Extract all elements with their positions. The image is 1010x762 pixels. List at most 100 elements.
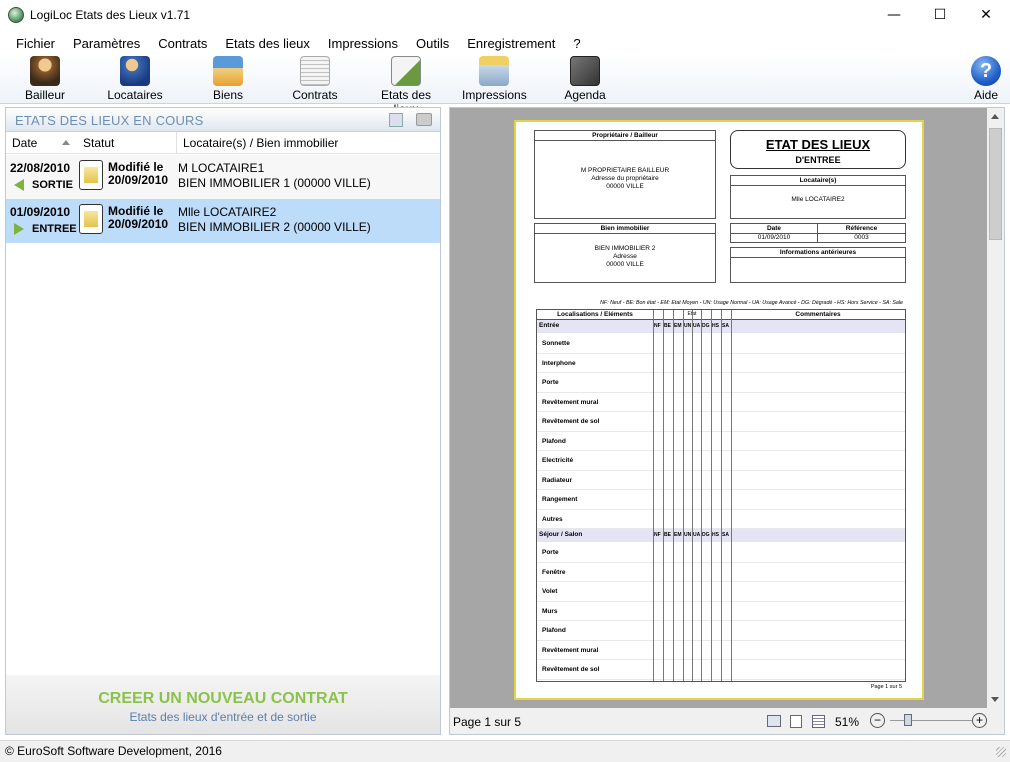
minimize-button[interactable]: — [871, 0, 917, 30]
toolbar-bailleur-button[interactable]: Bailleur [20, 56, 70, 104]
document-page: Propriétaire / Bailleur M PROPRIETAIRE B… [514, 120, 924, 700]
scroll-up-icon[interactable] [991, 114, 999, 119]
toolbar-agenda-button[interactable]: Agenda [563, 56, 607, 104]
preview-viewport[interactable]: Propriétaire / Bailleur M PROPRIETAIRE B… [450, 108, 987, 708]
doc-date-box: Date 01/09/2010 [730, 223, 818, 243]
checklist-icon [391, 56, 421, 86]
zoom-slider-thumb[interactable] [904, 714, 913, 726]
doc-bien-address: Adresse [613, 253, 637, 260]
menu-parametres[interactable]: Paramètres [64, 36, 149, 51]
app-logo-icon [8, 7, 24, 23]
menu-etats-des-lieux[interactable]: Etats des lieux [216, 36, 319, 51]
doc-item-label: Revêtement de sol [542, 666, 600, 673]
toolbar-locataires-button[interactable]: Locataires [103, 56, 167, 104]
menu-contrats[interactable]: Contrats [149, 36, 216, 51]
column-date[interactable]: Date [12, 136, 37, 150]
toolbar-aide-button[interactable]: ? Aide [968, 56, 1004, 104]
toolbar-impressions-label: Impressions [462, 88, 527, 102]
maximize-button[interactable]: ☐ [917, 0, 963, 30]
doc-legend: NF: Neuf - BE: Bon état - EM: Etat Moyen… [600, 300, 903, 306]
doc-proprietaire-header: Propriétaire / Bailleur [535, 131, 715, 141]
doc-bien-city: 00000 VILLE [606, 261, 644, 268]
scroll-down-icon[interactable] [991, 697, 999, 702]
fit-page-icon[interactable] [767, 715, 781, 727]
row-tenant: M LOCATAIRE1 [178, 161, 265, 175]
toolbar-contrats-label: Contrats [292, 88, 338, 102]
copyright-text: © EuroSoft Software Development, 2016 [5, 744, 222, 758]
row-tenant: Mlle LOCATAIRE2 [178, 205, 277, 219]
multi-page-icon[interactable] [812, 715, 825, 728]
menu-help[interactable]: ? [564, 36, 589, 51]
notepad-icon [79, 160, 103, 190]
doc-state-col: DG [702, 323, 710, 329]
row-property: BIEN IMMOBILIER 1 (00000 VILLE) [178, 176, 371, 190]
resize-grip-icon[interactable] [996, 747, 1006, 757]
doc-state-col: EM [674, 532, 682, 538]
toolbar-contrats-button[interactable]: Contrats [290, 56, 340, 104]
doc-locataire-box: Locataire(s) Mlle LOCATAIRE2 [730, 175, 906, 219]
doc-item-label: Autres [542, 515, 563, 523]
doc-column-line [731, 310, 732, 681]
column-locataire[interactable]: Locataire(s) / Bien immobilier [183, 136, 338, 150]
export-icon[interactable] [389, 113, 403, 127]
house-icon [213, 56, 243, 86]
row-property: BIEN IMMOBILIER 2 (00000 VILLE) [178, 220, 371, 234]
row-status-date: 20/09/2010 [108, 217, 169, 231]
vertical-scrollbar[interactable] [987, 108, 1004, 708]
print-icon[interactable] [416, 113, 432, 126]
landlord-icon [30, 56, 60, 86]
close-button[interactable]: ✕ [963, 0, 1009, 30]
column-statut[interactable]: Statut [83, 136, 114, 150]
doc-reference-header: Référence [818, 224, 905, 234]
doc-bien-name: BIEN IMMOBILIER 2 [594, 245, 656, 252]
list-row-sortie[interactable]: 22/08/2010 SORTIE Modifié le 20/09/2010 M… [6, 155, 440, 199]
doc-bien-header: Bien immobilier [535, 224, 715, 234]
doc-info-box: Informations antérieures [730, 247, 906, 283]
agenda-book-icon [570, 56, 600, 86]
doc-section-label: Séjour / Salon [539, 531, 583, 538]
zoom-out-icon[interactable]: − [870, 713, 885, 728]
menu-outils[interactable]: Outils [407, 36, 458, 51]
menu-enregistrement[interactable]: Enregistrement [458, 36, 564, 51]
doc-state-col: EM [674, 323, 682, 329]
list-column-headers: Date Statut Locataire(s) / Bien immobili… [6, 132, 440, 154]
single-page-icon[interactable] [790, 715, 802, 728]
doc-locataire-value: Mlle LOCATAIRE2 [791, 196, 845, 203]
toolbar-etats-button[interactable]: Etats des lieux [368, 56, 444, 116]
doc-col-commentaires: Commentaires [795, 311, 841, 318]
menu-fichier[interactable]: Fichier [7, 36, 64, 51]
zoom-slider-track[interactable] [890, 720, 972, 721]
row-status: Modifié le 20/09/2010 [108, 161, 168, 187]
toolbar-impressions-button[interactable]: Impressions [462, 56, 527, 104]
doc-state-col: BE [664, 323, 671, 329]
doc-page-footer: Page 1 sur 5 [870, 684, 902, 690]
doc-column-line [653, 310, 654, 681]
row-date: 22/08/2010 [10, 161, 71, 175]
doc-title-box: ETAT DES LIEUX D'ENTREE [730, 130, 906, 169]
doc-item-label: Sonnette [542, 340, 570, 347]
doc-item-label: Plafond [542, 437, 566, 445]
toolbar-biens-button[interactable]: Biens [207, 56, 249, 104]
doc-state-col: UA [693, 323, 701, 329]
notepad-icon [79, 204, 103, 234]
doc-state-col: NF [654, 323, 661, 329]
doc-info-header: Informations antérieures [731, 248, 905, 258]
document-preview-panel: Propriétaire / Bailleur M PROPRIETAIRE B… [449, 107, 1005, 735]
doc-column-line [721, 310, 722, 681]
exit-arrow-icon [14, 179, 24, 191]
scrollbar-thumb[interactable] [989, 128, 1002, 240]
doc-column-line [701, 310, 702, 681]
menu-impressions[interactable]: Impressions [319, 36, 407, 51]
column-divider [176, 132, 177, 153]
list-panel-header: ETATS DES LIEUX EN COURS [6, 108, 440, 132]
toolbar-aide-label: Aide [973, 88, 999, 102]
row-type: ENTREE [14, 223, 77, 235]
doc-proprietaire-address: Adresse du propriétaire [591, 175, 659, 182]
doc-locataire-header: Locataire(s) [731, 176, 905, 186]
doc-item-label: Fenêtre [542, 568, 566, 576]
zoom-in-icon[interactable]: + [972, 713, 987, 728]
new-contract-label: CREER UN NOUVEAU CONTRAT [98, 690, 348, 707]
doc-bien-box: Bien immobilier BIEN IMMOBILIER 2 Adress… [534, 223, 716, 283]
new-contract-button[interactable]: CREER UN NOUVEAU CONTRAT Etats des lieux… [6, 675, 440, 734]
list-row-entree[interactable]: 01/09/2010 ENTREE Modifié le 20/09/2010 M… [6, 199, 440, 243]
